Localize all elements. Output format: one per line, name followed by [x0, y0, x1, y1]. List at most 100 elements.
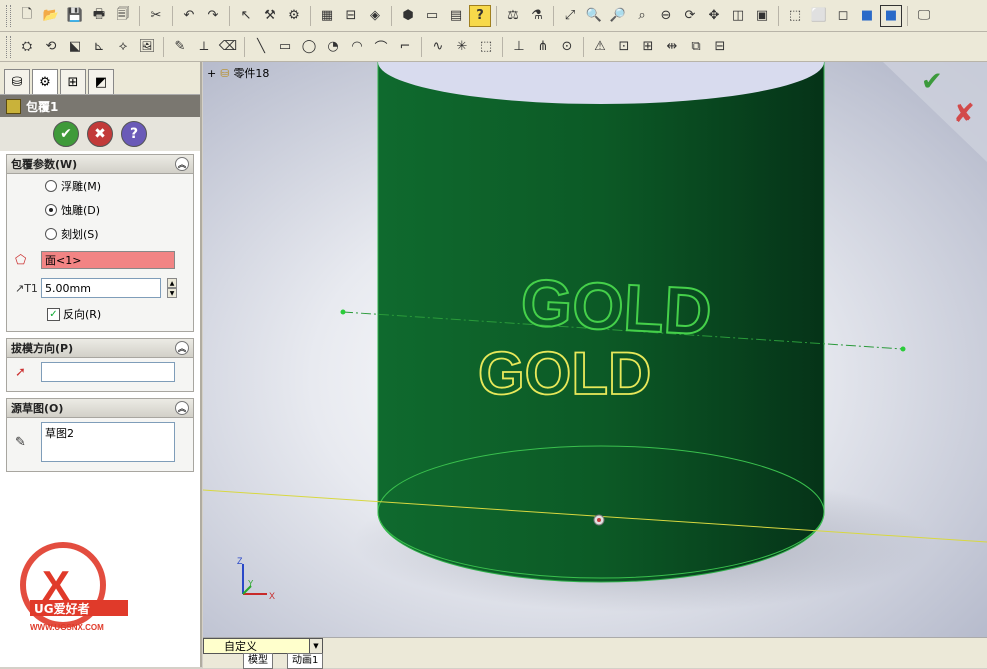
wrapped-text[interactable]: GOLD	[518, 264, 714, 350]
redo-icon[interactable]: ↷	[202, 5, 224, 27]
undo-icon[interactable]: ↶	[178, 5, 200, 27]
monitor-icon[interactable]: 🖵	[913, 5, 935, 27]
property-manager-tab-icon[interactable]: ⚙	[32, 69, 58, 94]
table-icon[interactable]: ▤	[445, 5, 467, 27]
emboss-option[interactable]: 浮雕(M)	[7, 174, 193, 198]
shaded-icon[interactable]: ■	[880, 4, 902, 27]
collapse-icon[interactable]: ︽	[175, 157, 189, 171]
curves-icon[interactable]: ⟡	[112, 36, 134, 58]
cancel-button[interactable]: ✖	[87, 121, 113, 147]
eraser-icon[interactable]: ⌫	[217, 36, 239, 58]
zoom-to-fit-icon[interactable]: ⤢	[559, 5, 581, 27]
insert-image-icon[interactable]: 🖼	[136, 36, 158, 58]
options-icon[interactable]: ⚙	[283, 5, 305, 27]
open-icon[interactable]: 📂	[40, 5, 62, 27]
face-selection-field[interactable]: 面<1>	[41, 251, 175, 269]
save-icon[interactable]: 💾	[64, 5, 86, 27]
graphics-area[interactable]: GOLD GOLD Z Y X ✔ ✘ + ⛁ 零件18	[203, 62, 987, 637]
new-icon[interactable]: 🗋	[16, 5, 38, 27]
print-preview-icon[interactable]: 🗐	[112, 5, 134, 27]
sketch-icon[interactable]: ✎	[169, 36, 191, 58]
line-icon[interactable]: ╲	[250, 36, 272, 58]
zoom-in-out-icon[interactable]: 🔎	[607, 5, 629, 27]
draft-direction-header[interactable]: 拔模方向(P) ︽	[7, 339, 193, 358]
convert-entities-icon[interactable]: ⊡	[613, 36, 635, 58]
expand-icon[interactable]: +	[207, 67, 216, 80]
shaded-edges-icon[interactable]: ■	[856, 5, 878, 27]
point-icon[interactable]: ✳	[451, 36, 473, 58]
tangent-arc-icon[interactable]: ◠	[346, 36, 368, 58]
relations-icon[interactable]: ⚠	[589, 36, 611, 58]
sketch-text[interactable]: GOLD	[477, 339, 652, 408]
rebuild-icon[interactable]: ⚒	[259, 5, 281, 27]
linear-pattern-icon[interactable]: ⊞	[637, 36, 659, 58]
construction-icon[interactable]: ⬚	[475, 36, 497, 58]
toolbar-grip[interactable]	[6, 4, 11, 27]
centerline-icon[interactable]: ⌐	[394, 36, 416, 58]
fillet-icon[interactable]: ⬕	[64, 36, 86, 58]
collapse-icon[interactable]: ︽	[175, 401, 189, 415]
feature-icon[interactable]: ◈	[364, 5, 386, 27]
deboss-radio[interactable]	[45, 204, 57, 216]
reverse-option[interactable]: ✓ 反向(R)	[7, 302, 193, 326]
scribe-radio[interactable]	[45, 228, 57, 240]
offset-icon[interactable]: ⋔	[532, 36, 554, 58]
smart-dimension-icon[interactable]: ⟂	[193, 36, 215, 58]
revolve-icon[interactable]: ⟲	[40, 36, 62, 58]
toolbar-grip[interactable]	[6, 35, 11, 58]
emboss-radio[interactable]	[45, 180, 57, 192]
display-relations-icon[interactable]: ⊟	[709, 36, 731, 58]
source-sketch-list[interactable]: 草图2	[41, 422, 175, 462]
circle-icon[interactable]: ◯	[298, 36, 320, 58]
view-select[interactable]: 自定义 ▼	[203, 638, 323, 654]
spin-down-icon[interactable]: ▼	[167, 288, 177, 298]
part-icon[interactable]: ⬢	[397, 5, 419, 27]
help-button[interactable]: ?	[121, 121, 147, 147]
zoom-selection-icon[interactable]: ⌕	[631, 5, 653, 27]
extrude-icon[interactable]: ⛭	[16, 36, 38, 58]
scribe-option[interactable]: 刻划(S)	[7, 222, 193, 246]
help-icon[interactable]: ?	[469, 4, 491, 27]
select-icon[interactable]: ↖	[235, 5, 257, 27]
zoom-area-icon[interactable]: 🔍	[583, 5, 605, 27]
hidden-lines-visible-icon[interactable]: ⬜	[808, 5, 830, 27]
deboss-option[interactable]: 蚀雕(D)	[7, 198, 193, 222]
ok-button[interactable]: ✔	[53, 121, 79, 147]
reference-geometry-icon[interactable]: ⊾	[88, 36, 110, 58]
reject-corner-icon[interactable]: ✘	[953, 99, 975, 129]
measure-icon[interactable]: ⚖	[502, 5, 524, 27]
grid-icon[interactable]: ▦	[316, 5, 338, 27]
print-icon[interactable]: 🖶	[88, 5, 110, 27]
mirror-icon[interactable]: ⊙	[556, 36, 578, 58]
depth-input[interactable]: 5.00mm	[41, 278, 161, 298]
configuration-manager-tab-icon[interactable]: ⊞	[60, 69, 86, 94]
rectangle-icon[interactable]: ▭	[274, 36, 296, 58]
feature-manager-tab-icon[interactable]: ⛁	[4, 69, 30, 94]
source-sketch-header[interactable]: 源草图(O) ︽	[7, 399, 193, 418]
copy-entities-icon[interactable]: ⧉	[685, 36, 707, 58]
trim-icon[interactable]: ⊥	[508, 36, 530, 58]
flyout-feature-tree[interactable]: + ⛁ 零件18	[207, 65, 269, 81]
move-entities-icon[interactable]: ⇹	[661, 36, 683, 58]
axis-end-point[interactable]	[900, 346, 906, 352]
dropdown-arrow-icon[interactable]: ▼	[309, 639, 322, 653]
depth-spinner[interactable]: ▲ ▼	[167, 278, 177, 298]
rotate-icon[interactable]: ⟳	[679, 5, 701, 27]
hidden-lines-removed-icon[interactable]: ◻	[832, 5, 854, 27]
window-icon[interactable]: ▭	[421, 5, 443, 27]
dimxpert-tab-icon[interactable]: ◩	[88, 69, 114, 94]
axis-start-point[interactable]	[340, 309, 346, 315]
center-arc-icon[interactable]: ◔	[322, 36, 344, 58]
collapse-icon[interactable]: ︽	[175, 341, 189, 355]
reverse-checkbox[interactable]: ✓	[47, 307, 60, 321]
cut-icon[interactable]: ✂	[145, 5, 167, 27]
mass-props-icon[interactable]: ⚗	[526, 5, 548, 27]
standard-views-icon[interactable]: ▣	[751, 5, 773, 27]
pan-icon[interactable]: ✥	[703, 5, 725, 27]
sketch-icon[interactable]: ⊟	[340, 5, 362, 27]
spin-up-icon[interactable]: ▲	[167, 278, 177, 288]
zoom-prev-icon[interactable]: ⊖	[655, 5, 677, 27]
three-point-arc-icon[interactable]: ⌒	[370, 36, 392, 58]
wireframe-icon[interactable]: ⬚	[784, 5, 806, 27]
accept-corner-icon[interactable]: ✔	[921, 67, 943, 97]
